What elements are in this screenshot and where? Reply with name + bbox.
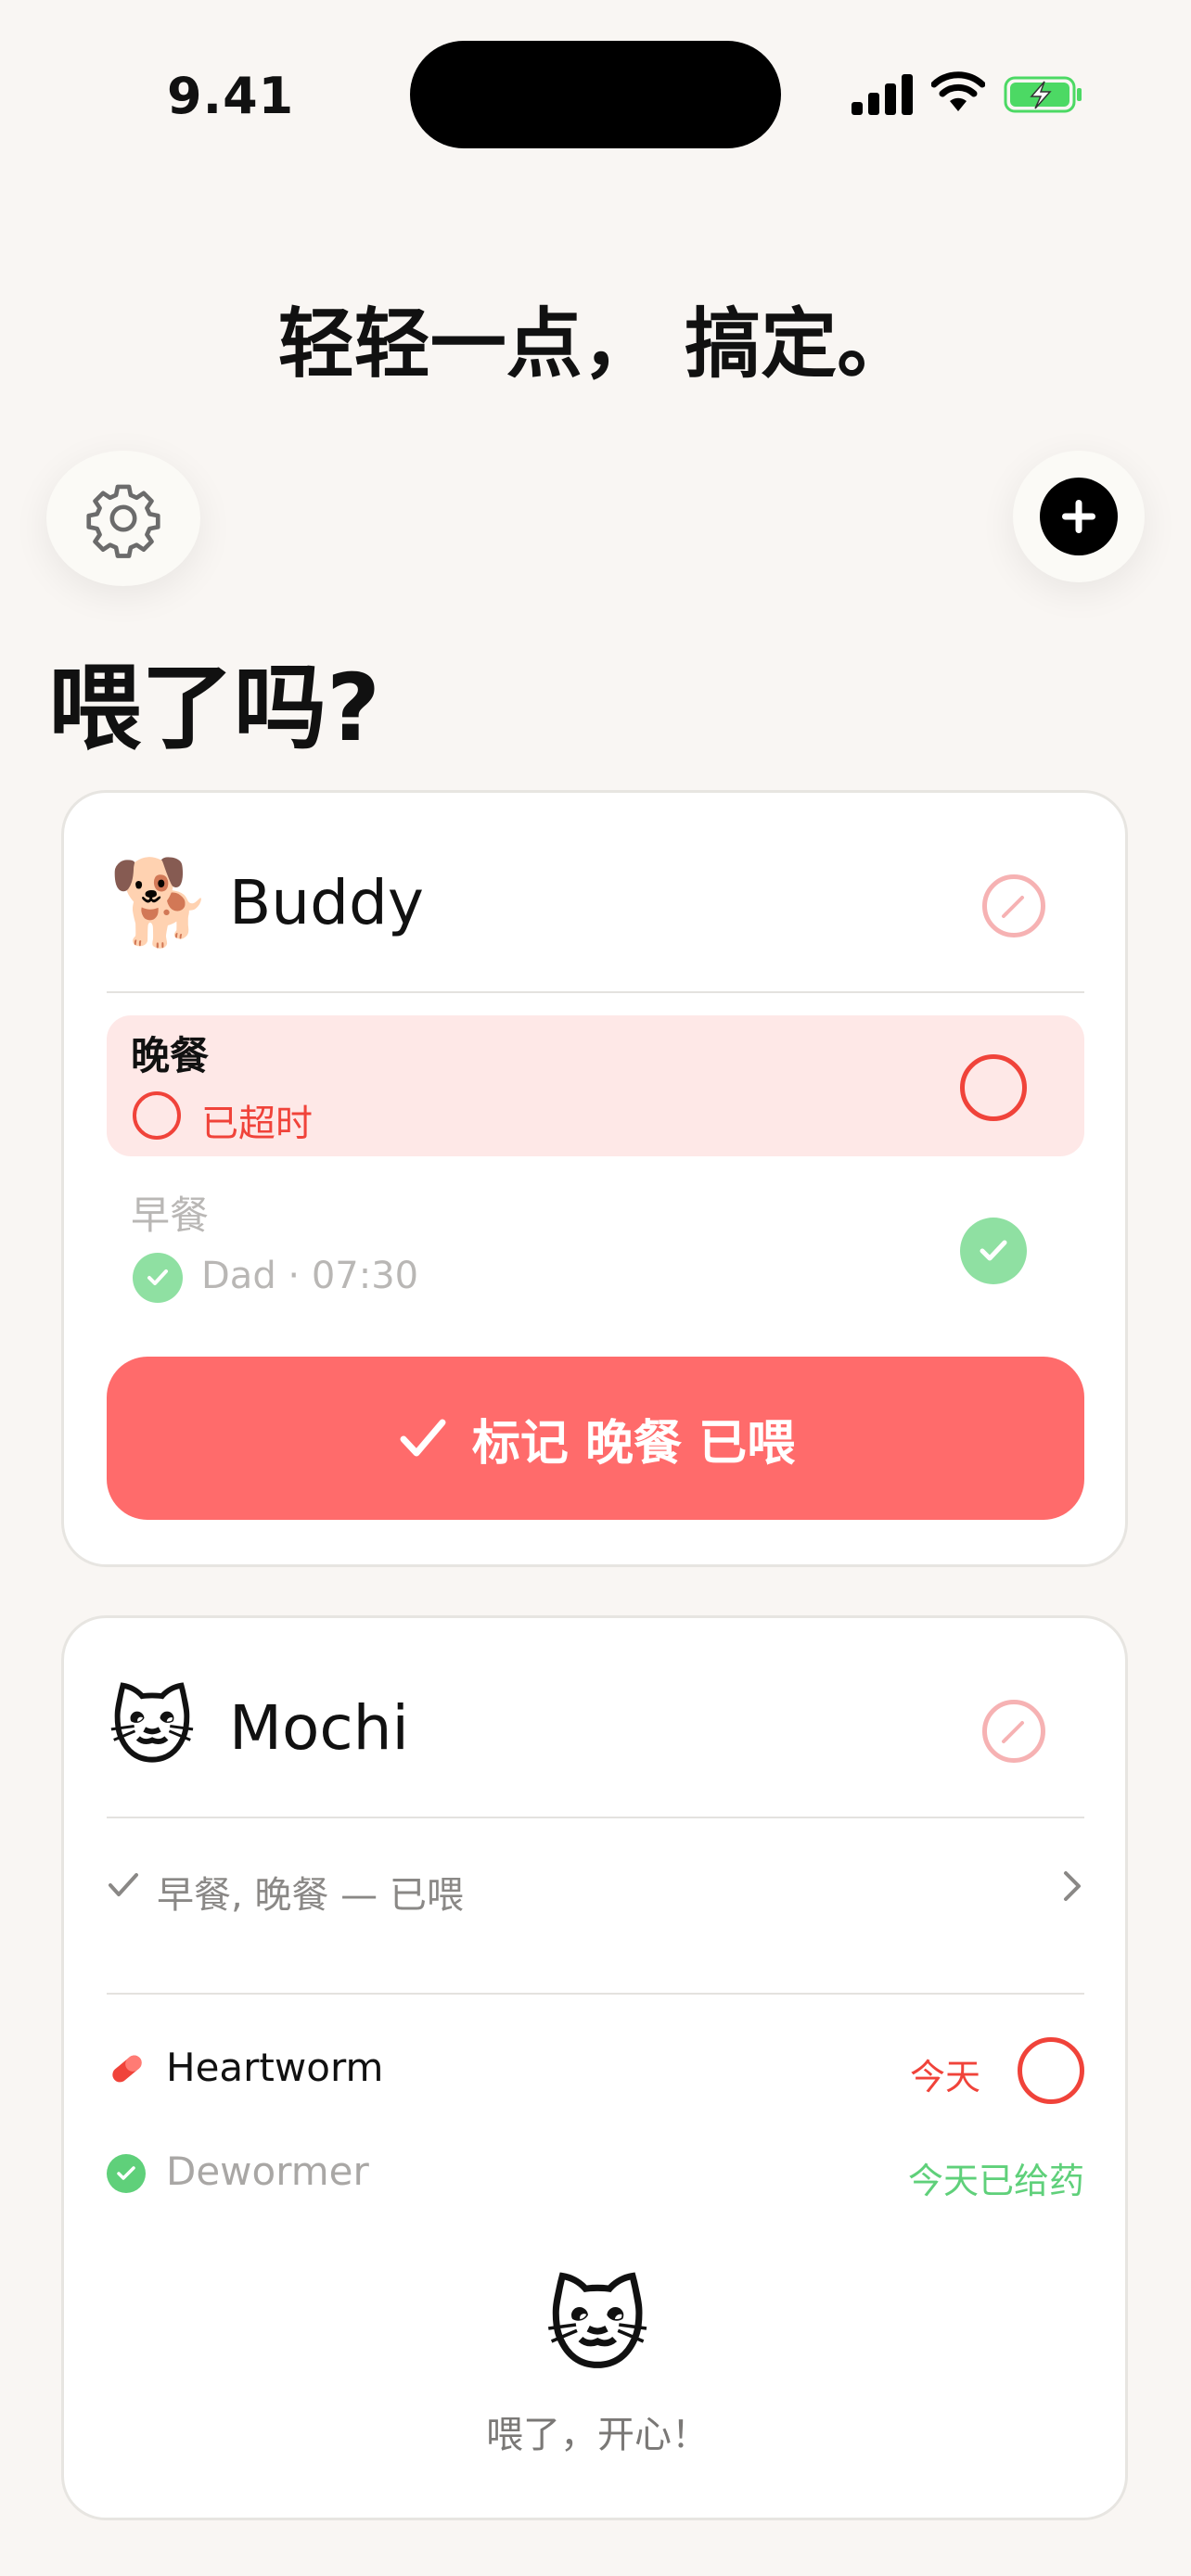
mark-fed-label: 标记 晚餐 已喂 (471, 1415, 796, 1472)
checkmark-icon (109, 1873, 138, 1896)
add-pet-button[interactable] (1013, 451, 1145, 582)
fed-summary-text: 早餐, 晚餐 — 已喂 (157, 1874, 464, 1917)
fed-summary-row[interactable]: 早餐, 晚餐 — 已喂 (107, 1850, 1084, 1924)
check-circle-icon (133, 1253, 183, 1303)
mark-fed-button[interactable]: 标记 晚餐 已喂 (107, 1357, 1084, 1520)
pet-name: Mochi (229, 1692, 409, 1764)
edit-pet-button[interactable] (982, 1700, 1045, 1763)
meal-status: 已超时 (201, 1103, 313, 1145)
medication-name: Dewormer (166, 2149, 369, 2194)
pill-icon (112, 2055, 142, 2083)
mark-fed-checkbox[interactable] (960, 1054, 1027, 1121)
give-medication-checkbox[interactable] (1018, 2037, 1084, 2104)
page-title: 喂了吗? (48, 654, 381, 762)
medication-name: Heartworm (166, 2045, 384, 2090)
meal-row-dinner[interactable]: 晚餐 已超时 (107, 1015, 1084, 1156)
happy-cat-icon: 🐱 (544, 2269, 650, 2385)
cat-icon: 🐱 (109, 1679, 196, 1777)
medication-row-heartworm[interactable]: Heartworm 今天 (107, 2026, 1084, 2110)
battery-charging-icon (1004, 76, 1082, 113)
cellular-signal-icon (852, 72, 913, 115)
pet-header: 🐕 Buddy (109, 852, 1082, 954)
status-time: 9.41 (167, 67, 295, 125)
medication-given-tag: 今天已给药 (907, 2161, 1084, 2201)
check-circle-icon (107, 2154, 146, 2193)
meal-status: Dad · 07:30 (201, 1255, 419, 1297)
edit-pet-button[interactable] (982, 874, 1045, 937)
divider (107, 991, 1084, 993)
pencil-icon (1002, 1721, 1024, 1743)
chevron-right-icon (1064, 1871, 1081, 1901)
dynamic-island (410, 41, 781, 148)
wifi-icon (931, 71, 985, 111)
fed-checkmark-icon[interactable] (960, 1218, 1027, 1284)
meal-name: 早餐 (131, 1192, 210, 1238)
gear-icon (86, 484, 160, 558)
meal-name: 晚餐 (131, 1033, 210, 1078)
checkmark-icon (400, 1419, 446, 1457)
medication-due-tag: 今天 (909, 2057, 980, 2098)
pet-name: Buddy (229, 867, 424, 938)
settings-button[interactable] (46, 451, 200, 586)
overdue-circle-icon (133, 1091, 181, 1140)
pet-card-buddy: 🐕 Buddy 晚餐 已超时 早餐 Dad · 07:30 标记 晚餐 已喂 (61, 790, 1128, 1567)
divider (107, 1993, 1084, 1995)
dog-icon: 🐕 (109, 854, 213, 951)
meal-row-breakfast[interactable]: 早餐 Dad · 07:30 (107, 1182, 1084, 1323)
pencil-icon (1002, 896, 1024, 918)
divider (107, 1817, 1084, 1818)
medication-row-dewormer[interactable]: Dewormer 今天已给药 (107, 2136, 1084, 2210)
headline: 轻轻一点， 搞定。 (277, 300, 914, 389)
pet-header: 🐱 Mochi (109, 1677, 1082, 1779)
plus-icon (1040, 478, 1118, 555)
pet-card-mochi: 🐱 Mochi 早餐, 晚餐 — 已喂 Heartworm 今天 Deworme… (61, 1615, 1128, 2520)
happy-message: 喂了，开心！ (486, 2414, 709, 2456)
